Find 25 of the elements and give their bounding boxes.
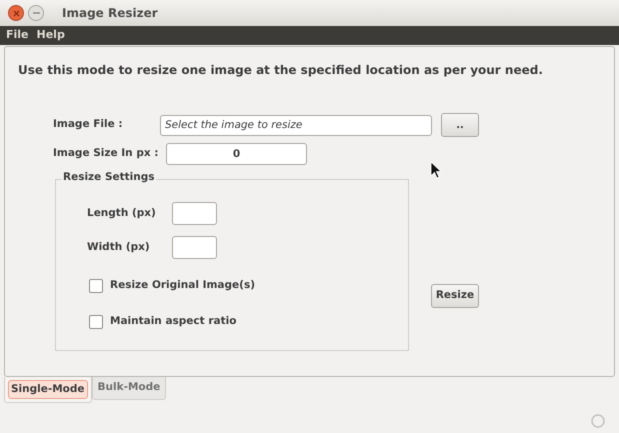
checkbox[interactable]: Maintain aspect ratio (89, 314, 408, 330)
field-label: Image File : (53, 117, 124, 132)
menu-item[interactable]: Help (36, 27, 65, 44)
size-field[interactable] (172, 236, 217, 259)
minimize-icon (32, 12, 40, 14)
window-title: Image Resizer (62, 5, 158, 22)
intro-text: Use this mode to resize one image at the specified location as per your need. (18, 62, 544, 79)
image-size-field[interactable]: 0 (166, 143, 307, 165)
resize-grip-icon (591, 414, 605, 428)
checkbox[interactable]: Resize Original Image(s) (89, 278, 408, 294)
field-label: Image Size In px : (53, 146, 160, 162)
menu-item[interactable]: File (6, 27, 29, 44)
minimize-button[interactable] (28, 5, 44, 21)
resize-button[interactable]: Resize (431, 284, 479, 308)
browse-button[interactable]: .. (441, 113, 479, 137)
mode-tab[interactable]: Single-Mode (4, 377, 92, 403)
size-field[interactable] (172, 202, 217, 225)
group-title: Resize Settings (62, 172, 156, 182)
mode-tab[interactable]: Bulk-Mode (92, 377, 166, 400)
field-label: Width (px) (87, 240, 151, 255)
field-label: Length (px) (87, 206, 157, 221)
close-button[interactable] (8, 5, 24, 21)
image-file-field[interactable]: Select the image to resize (160, 114, 432, 136)
cursor-icon (430, 161, 441, 179)
close-icon (12, 10, 20, 16)
